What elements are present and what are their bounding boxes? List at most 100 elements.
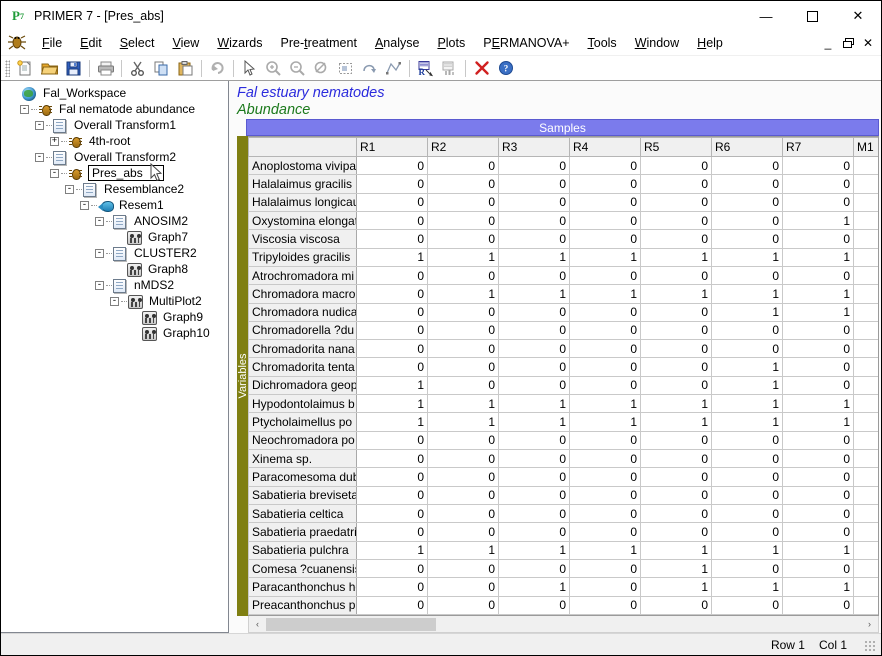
grid-cell[interactable]: 0 xyxy=(711,339,783,359)
grid-cell[interactable]: 0 xyxy=(782,174,854,194)
collapse-toggle-icon[interactable]: - xyxy=(50,168,59,178)
menu-window[interactable]: Window xyxy=(626,33,688,53)
grid-cell[interactable]: 0 xyxy=(782,595,854,615)
grid-cell[interactable]: 1 xyxy=(498,412,570,432)
grid-cell[interactable]: 1 xyxy=(427,540,499,560)
tree-node-graph10[interactable]: Graph10 xyxy=(5,325,228,341)
grid-cell[interactable]: 1 xyxy=(711,577,783,597)
grid-cell[interactable] xyxy=(853,485,878,505)
row-header[interactable]: Chromadora macro xyxy=(248,284,357,304)
grid-cell[interactable]: 0 xyxy=(640,485,712,505)
row-header[interactable]: Chromadorita tenta xyxy=(248,357,357,377)
grid-cell[interactable]: 1 xyxy=(427,284,499,304)
table-row[interactable]: Comesa ?cuanensis 0 0 0 0 1 0 0 xyxy=(248,558,878,579)
expand-toggle-icon[interactable]: + xyxy=(50,136,59,146)
data-grid[interactable]: R1 R2 R3 R4 R5 R6 R7 M1 Anoplostoma vivipa 0 0 0 0 0 0… xyxy=(248,137,878,615)
horizontal-scroll-track[interactable] xyxy=(266,617,861,632)
grid-cell[interactable] xyxy=(853,265,878,286)
table-row[interactable]: Chromadora nudica 0 0 0 0 0 1 1 xyxy=(248,302,878,322)
grid-cell[interactable]: 1 xyxy=(356,540,428,560)
grid-cell[interactable]: 0 xyxy=(498,210,570,231)
grid-cell[interactable]: 1 xyxy=(782,394,854,414)
grid-cell[interactable]: 1 xyxy=(640,577,712,597)
grid-cell[interactable]: 0 xyxy=(427,485,499,505)
grid-cell[interactable] xyxy=(853,412,878,432)
grid-cell[interactable]: 0 xyxy=(711,174,783,194)
grid-cell[interactable] xyxy=(853,192,878,212)
table-row[interactable]: Chromadora macro 0 1 1 1 1 1 1 xyxy=(248,284,878,304)
grid-cell[interactable]: 0 xyxy=(569,485,641,505)
zoom-reset-icon[interactable] xyxy=(310,58,333,79)
grid-cell[interactable]: 0 xyxy=(498,522,570,542)
menu-analyse[interactable]: Analyse xyxy=(366,33,428,53)
grid-cell[interactable]: 0 xyxy=(356,467,428,487)
grid-cell[interactable]: 0 xyxy=(569,174,641,194)
table-row[interactable]: Tripyloides gracilis 1 1 1 1 1 1 1 xyxy=(248,247,878,267)
grid-cell[interactable]: 1 xyxy=(640,412,712,432)
menu-select[interactable]: Select xyxy=(111,33,164,53)
grid-cell[interactable]: 0 xyxy=(356,284,428,304)
collapse-toggle-icon[interactable]: - xyxy=(95,280,104,290)
row-header[interactable]: Viscosia viscosa xyxy=(248,229,357,249)
grid-cell[interactable]: 1 xyxy=(711,284,783,304)
tree-node-nmds2[interactable]: - nMDS2 xyxy=(5,277,228,293)
row-header[interactable]: Chromadorita nana xyxy=(248,339,357,359)
grid-cell[interactable]: 0 xyxy=(640,210,712,231)
grid-cell[interactable]: 0 xyxy=(427,357,499,377)
grid-cell[interactable]: 1 xyxy=(711,394,783,414)
grid-cell[interactable]: 0 xyxy=(640,467,712,487)
workspace-tree[interactable]: Fal_Workspace - Fal nematode abundance - Ove… xyxy=(1,81,228,341)
grid-cell[interactable]: 0 xyxy=(427,595,499,615)
select-region-icon[interactable] xyxy=(334,58,357,79)
tree-node-overall-transform2[interactable]: - Overall Transform2 xyxy=(5,149,228,165)
grid-cell[interactable]: 1 xyxy=(427,394,499,414)
grid-cell[interactable]: 0 xyxy=(640,174,712,194)
table-row[interactable]: Sabatieria celtica 0 0 0 0 0 0 0 xyxy=(248,503,878,524)
grid-cell[interactable]: 0 xyxy=(427,503,499,524)
grid-cell[interactable]: 0 xyxy=(782,155,854,176)
grid-cell[interactable]: 0 xyxy=(356,174,428,194)
collapse-toggle-icon[interactable]: - xyxy=(65,184,74,194)
row-header[interactable]: Hypodontolaimus b xyxy=(248,394,357,414)
grid-cell[interactable]: 0 xyxy=(782,430,854,451)
row-header[interactable]: Dichromadora geop xyxy=(248,375,357,396)
grid-cell[interactable]: 1 xyxy=(640,284,712,304)
table-row[interactable]: Oxystomina elongat 0 0 0 0 0 0 1 xyxy=(248,210,878,231)
tree-node-cluster2[interactable]: - CLUSTER2 xyxy=(5,245,228,261)
tree-node-resemblance2[interactable]: - Resemblance2 xyxy=(5,181,228,197)
minimize-button[interactable]: — xyxy=(743,1,789,31)
grid-cell[interactable]: 1 xyxy=(782,247,854,267)
row-header[interactable]: Halalaimus longicau xyxy=(248,192,357,212)
grid-cell[interactable]: 0 xyxy=(569,265,641,286)
pointer-icon[interactable] xyxy=(238,58,261,79)
grid-cell[interactable]: 0 xyxy=(427,302,499,322)
grid-cell[interactable] xyxy=(853,503,878,524)
tree-node-multiplot2[interactable]: - MultiPlot2 xyxy=(5,293,228,309)
grid-cell[interactable]: 1 xyxy=(569,247,641,267)
grid-cell[interactable]: 0 xyxy=(640,503,712,524)
menu-file[interactable]: File xyxy=(33,33,71,53)
row-header[interactable]: Paracomesoma dub xyxy=(248,467,357,487)
grid-cell[interactable]: 0 xyxy=(427,174,499,194)
grid-cell[interactable]: 0 xyxy=(640,302,712,322)
grid-cell[interactable]: 0 xyxy=(711,210,783,231)
grid-cell[interactable]: 0 xyxy=(498,302,570,322)
grid-cell[interactable]: 0 xyxy=(640,320,712,341)
table-row[interactable]: Hypodontolaimus b1111111 xyxy=(248,394,878,414)
grid-cell[interactable]: 1 xyxy=(427,412,499,432)
menu-pre-treatment[interactable]: Pre-treatment xyxy=(272,33,366,53)
grid-cell[interactable]: 0 xyxy=(498,339,570,359)
grid-cell[interactable]: 0 xyxy=(569,577,641,597)
grid-cell[interactable]: 0 xyxy=(711,595,783,615)
grid-cell[interactable]: 0 xyxy=(782,467,854,487)
grid-cell[interactable]: 0 xyxy=(356,595,428,615)
grid-cell[interactable]: 0 xyxy=(356,229,428,249)
grid-cell[interactable]: 0 xyxy=(711,558,783,579)
row-header[interactable]: Sabatieria celtica xyxy=(248,503,357,524)
grid-cell[interactable]: 0 xyxy=(356,503,428,524)
grid-cell[interactable]: 0 xyxy=(356,558,428,579)
grid-cell[interactable]: 1 xyxy=(711,302,783,322)
tree-node-graph7[interactable]: Graph7 xyxy=(5,229,228,245)
grid-cell[interactable]: 1 xyxy=(569,412,641,432)
open-icon[interactable] xyxy=(38,58,61,79)
